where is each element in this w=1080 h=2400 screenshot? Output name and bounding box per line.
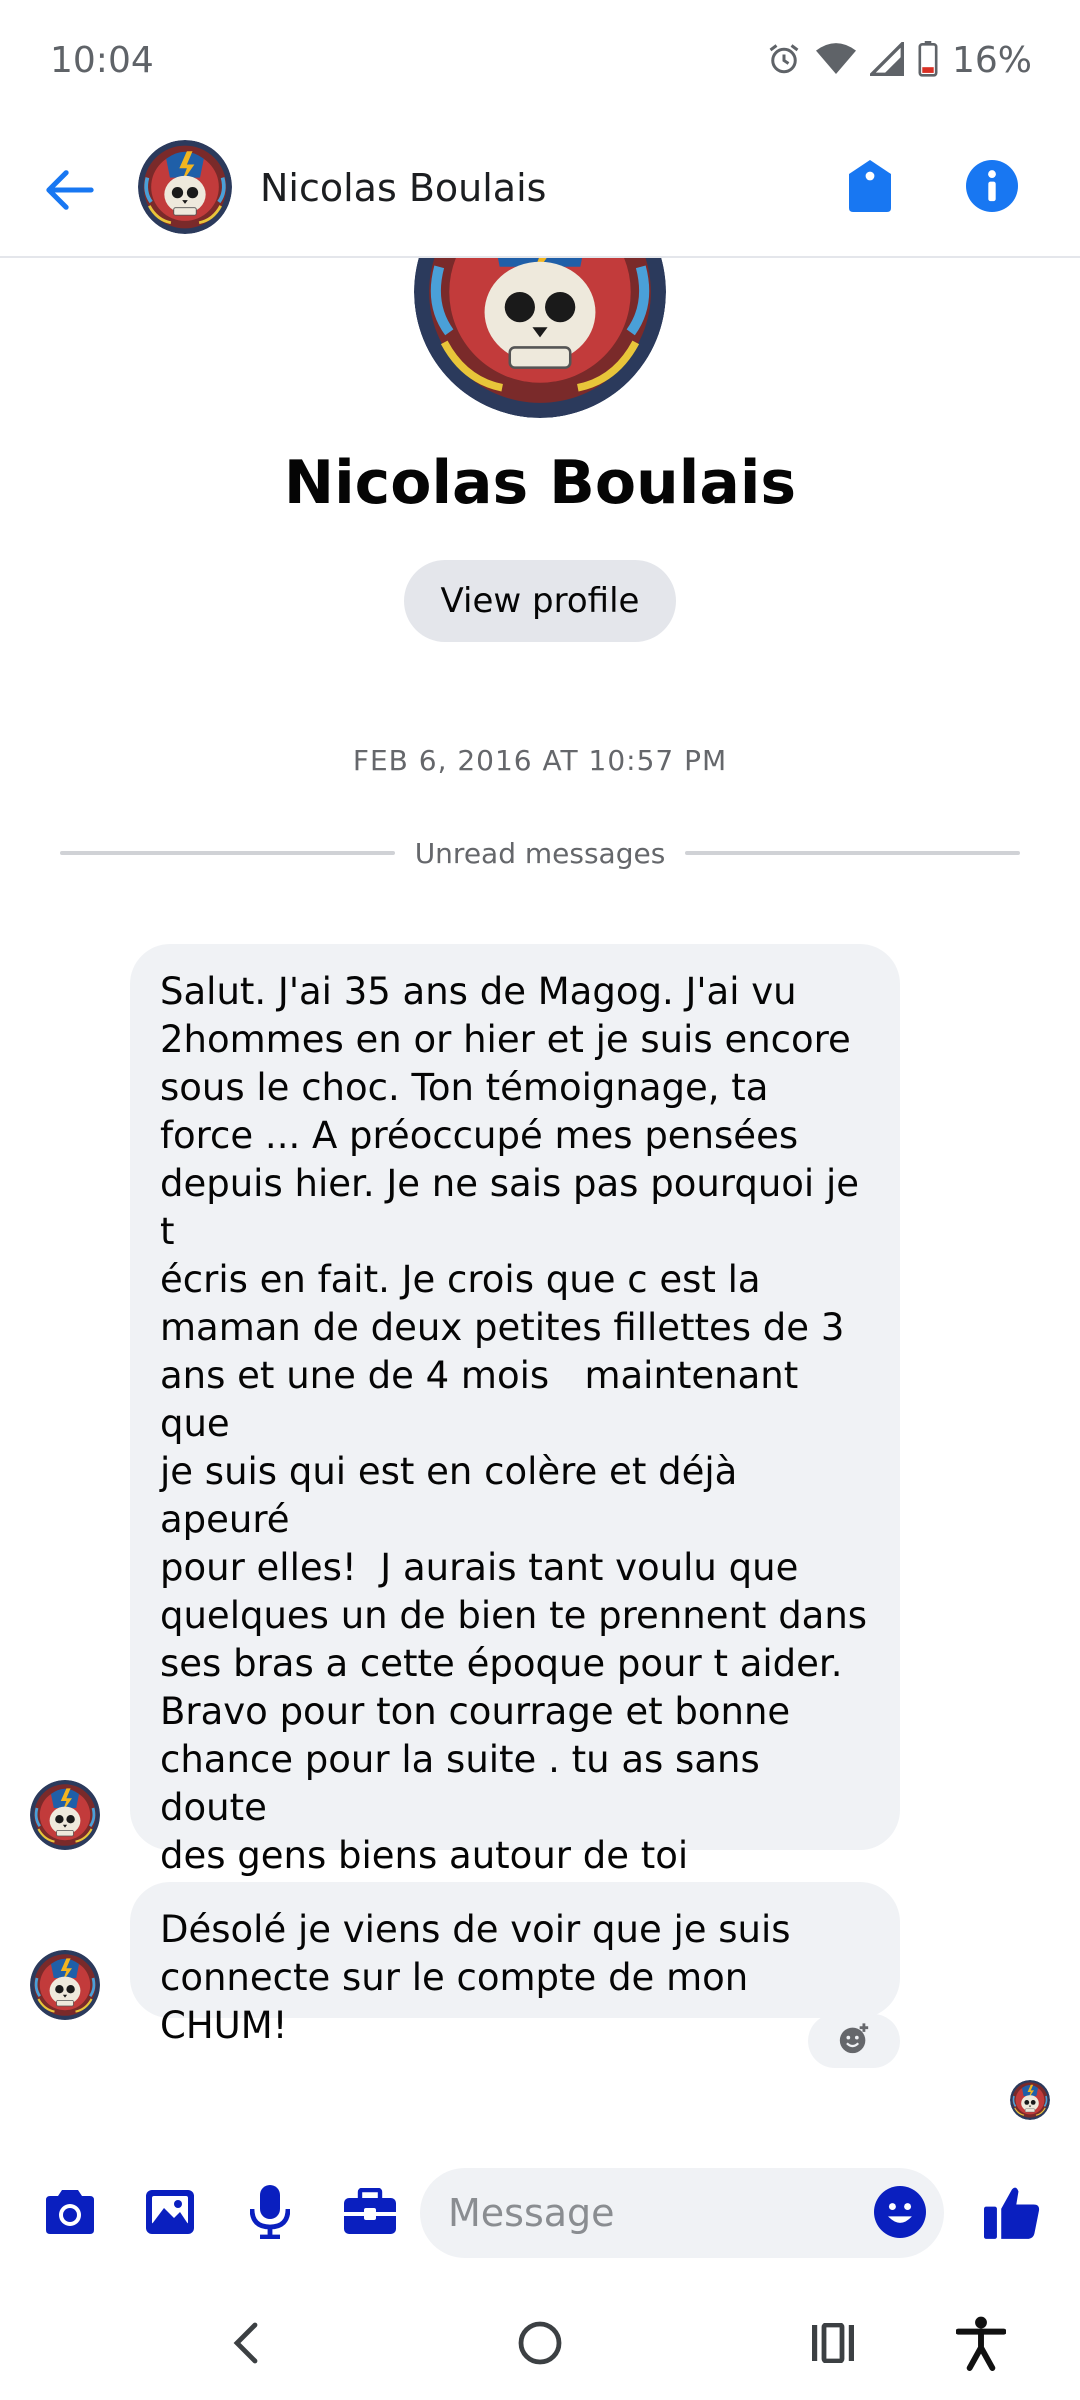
info-icon bbox=[966, 160, 1018, 216]
tag-button[interactable] bbox=[840, 156, 900, 220]
microphone-icon bbox=[249, 2185, 291, 2243]
info-button[interactable] bbox=[962, 156, 1022, 220]
profile-name: Nicolas Boulais bbox=[283, 448, 797, 518]
camera-button[interactable] bbox=[38, 2182, 102, 2246]
accessibility-icon bbox=[955, 2315, 1007, 2375]
message-input[interactable] bbox=[448, 2168, 868, 2258]
nav-recents-icon bbox=[810, 2322, 856, 2367]
nav-recents-button[interactable] bbox=[798, 2310, 868, 2380]
emoji-button[interactable] bbox=[872, 2186, 928, 2242]
gallery-icon bbox=[144, 2188, 196, 2240]
gallery-button[interactable] bbox=[138, 2182, 202, 2246]
system-nav-bar bbox=[0, 2290, 1080, 2400]
battery-icon bbox=[918, 40, 938, 81]
divider-line-right bbox=[685, 851, 1020, 855]
status-icons: 16% bbox=[766, 39, 1032, 81]
back-arrow-icon bbox=[45, 170, 95, 214]
contact-name[interactable]: Nicolas Boulais bbox=[260, 166, 546, 210]
accessibility-button[interactable] bbox=[946, 2310, 1016, 2380]
seen-indicator-avatar bbox=[1010, 2080, 1050, 2120]
sender-avatar[interactable] bbox=[30, 1780, 100, 1850]
thumbs-up-icon bbox=[984, 2185, 1040, 2243]
like-button[interactable] bbox=[980, 2182, 1044, 2246]
battery-percent: 16% bbox=[951, 40, 1032, 81]
voice-button[interactable] bbox=[238, 2182, 302, 2246]
back-button[interactable] bbox=[40, 166, 100, 218]
nav-back-icon bbox=[230, 2321, 260, 2369]
briefcase-button[interactable] bbox=[338, 2182, 402, 2246]
tag-icon bbox=[849, 160, 891, 216]
add-reaction-button[interactable] bbox=[808, 2014, 900, 2068]
status-bar: 10:04 16% bbox=[0, 0, 1080, 126]
add-reaction-icon bbox=[837, 2022, 871, 2060]
message-bubble[interactable]: Salut. J'ai 35 ans de Magog. J'ai vu 2ho… bbox=[130, 944, 900, 2021]
camera-icon bbox=[42, 2188, 98, 2240]
cell-signal-icon bbox=[867, 39, 904, 80]
wifi-icon bbox=[815, 41, 856, 81]
emoji-icon bbox=[874, 2186, 926, 2242]
header-avatar[interactable] bbox=[138, 140, 232, 234]
conversation-header: Nicolas Boulais bbox=[0, 126, 1080, 258]
unread-label: Unread messages bbox=[414, 836, 666, 870]
view-profile-button[interactable]: View profile bbox=[404, 560, 676, 642]
status-time: 10:04 bbox=[50, 40, 154, 81]
divider-line-left bbox=[60, 851, 395, 855]
sender-avatar[interactable] bbox=[30, 1950, 100, 2020]
message-composer bbox=[0, 2168, 1080, 2260]
message-timestamp: FEB 6, 2016 AT 10:57 PM bbox=[352, 744, 728, 777]
message-bubble[interactable]: Désolé je viens de voir que je suis conn… bbox=[130, 1882, 900, 2047]
alarm-icon bbox=[766, 41, 802, 81]
unread-divider: Unread messages bbox=[60, 836, 1020, 870]
nav-home-icon bbox=[518, 2321, 562, 2369]
nav-home-button[interactable] bbox=[505, 2310, 575, 2380]
briefcase-icon bbox=[342, 2187, 398, 2240]
nav-back-button[interactable] bbox=[210, 2310, 280, 2380]
message-input-container[interactable] bbox=[420, 2168, 944, 2258]
